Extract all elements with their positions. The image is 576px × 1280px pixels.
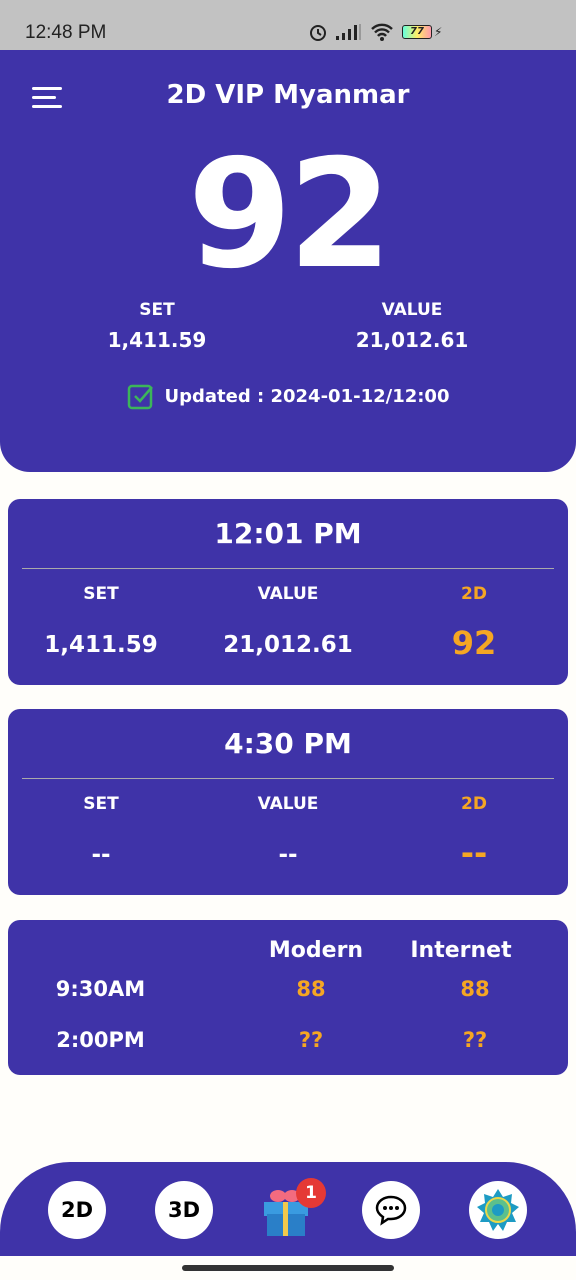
modern-value: ?? — [298, 1028, 324, 1052]
signal-icon — [336, 24, 361, 40]
nav-chat-button[interactable] — [362, 1181, 420, 1239]
internet-value: ?? — [462, 1028, 488, 1052]
internet-header: Internet — [410, 938, 512, 963]
set-value: 1,411.59 — [44, 632, 158, 658]
nav-2d-button[interactable]: 2D — [48, 1181, 106, 1239]
home-indicator[interactable] — [182, 1265, 394, 1271]
updated-text: Updated : 2024-01-12/12:00 — [164, 385, 450, 407]
emblem-icon — [477, 1189, 519, 1231]
updated-row: Updated : 2024-01-12/12:00 — [0, 382, 576, 410]
row-time: 2:00PM — [56, 1028, 145, 1052]
check-icon — [127, 384, 153, 410]
2d-value: -- — [460, 834, 488, 872]
2d-label: 2D — [461, 584, 487, 604]
modern-internet-card: Modern Internet 9:30AM 88 88 2:00PM ?? ?… — [8, 920, 568, 1075]
set-value: 1,411.59 — [107, 328, 207, 352]
chat-icon — [375, 1195, 407, 1226]
bottom-nav: 2D 3D 1 — [0, 1162, 576, 1256]
2d-label: 2D — [461, 794, 487, 814]
row-time: 9:30AM — [55, 977, 146, 1001]
gift-badge: 1 — [296, 1178, 326, 1208]
battery-level: 77 — [402, 25, 432, 39]
set-label: SET — [83, 794, 119, 814]
status-time: 12:48 PM — [25, 22, 107, 43]
value-value: -- — [278, 842, 298, 868]
app-title: 2D VIP Myanmar — [166, 80, 410, 110]
session-time: 12:01 PM — [22, 499, 554, 569]
2d-value: 92 — [451, 624, 497, 662]
set-label: SET — [83, 584, 119, 604]
modern-value: 88 — [296, 977, 326, 1001]
battery-icon: 77 ⚡ — [402, 25, 442, 39]
alarm-icon — [310, 25, 326, 41]
nav-gift-button[interactable]: 1 — [258, 1178, 328, 1244]
session-card-1201: 12:01 PM SET 1,411.59 VALUE 21,012.61 2D 92 — [8, 499, 568, 685]
set-value: -- — [91, 842, 111, 868]
internet-value: 88 — [460, 977, 490, 1001]
header: 2D VIP Myanmar 92 SET 1,411.59 VALUE 21,… — [0, 50, 576, 472]
status-bar: 12:48 PM 77 ⚡ — [0, 0, 576, 50]
set-label: SET — [139, 300, 175, 320]
value-label: VALUE — [381, 300, 443, 320]
value-label: VALUE — [257, 584, 319, 604]
value-value: 21,012.61 — [355, 328, 469, 352]
session-time: 4:30 PM — [22, 709, 554, 779]
session-card-430: 4:30 PM SET -- VALUE -- 2D -- — [8, 709, 568, 895]
wifi-icon — [371, 23, 393, 41]
header-value: VALUE 21,012.61 — [312, 300, 512, 352]
modern-header: Modern — [268, 938, 364, 963]
current-2d-number: 92 — [187, 128, 393, 302]
nav-3d-button[interactable]: 3D — [155, 1181, 213, 1239]
value-label: VALUE — [257, 794, 319, 814]
nav-emblem-button[interactable] — [469, 1181, 527, 1239]
value-value: 21,012.61 — [223, 632, 353, 658]
header-set: SET 1,411.59 — [57, 300, 257, 352]
